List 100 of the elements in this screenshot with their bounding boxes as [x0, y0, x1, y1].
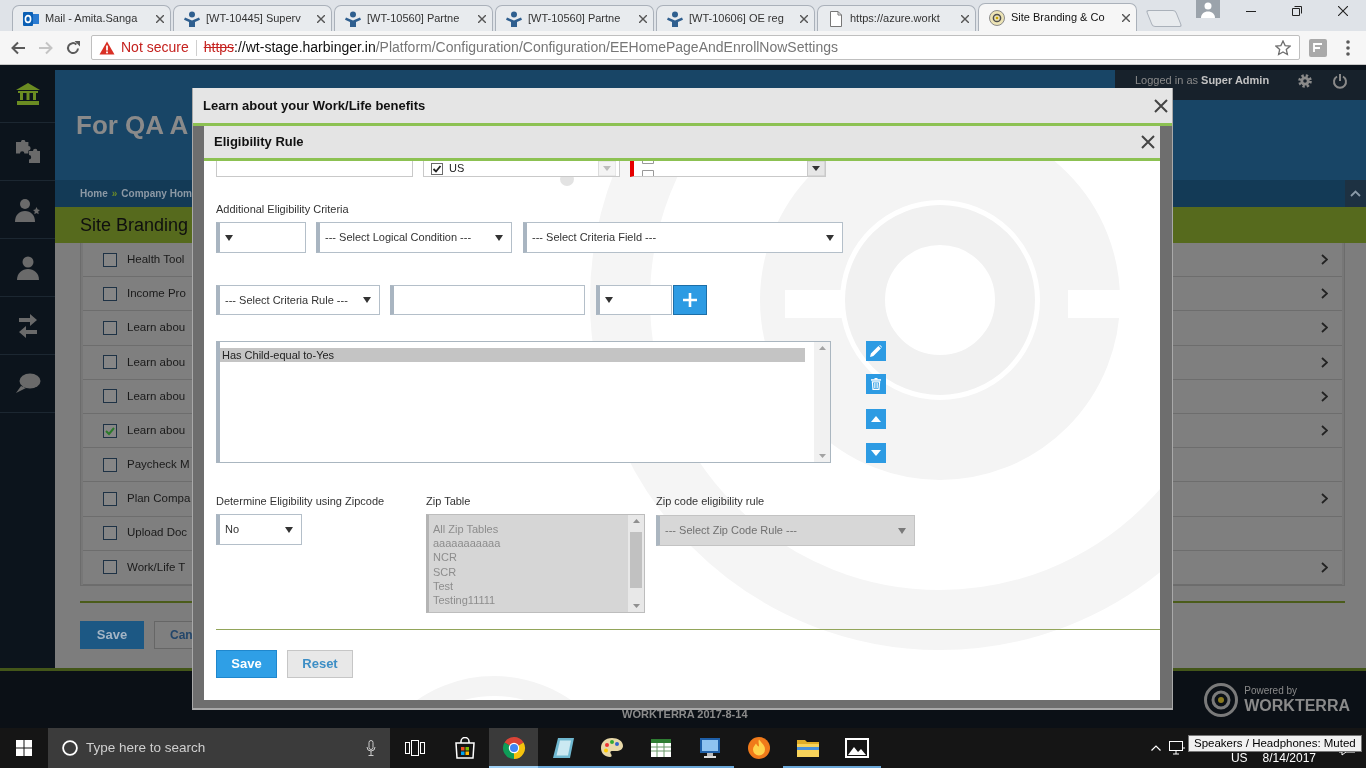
breadcrumb-link[interactable]: Company Hom: [121, 186, 192, 201]
home-icon[interactable]: [14, 81, 41, 106]
browser-tab[interactable]: [WT-10606] OE reg: [656, 5, 815, 31]
checkbox[interactable]: [103, 320, 117, 335]
close-icon[interactable]: [639, 14, 647, 23]
move-up-button[interactable]: [866, 409, 886, 429]
criteria-field-dropdown[interactable]: --- Select Criteria Field ---: [523, 222, 843, 253]
security-label[interactable]: Not secure: [121, 37, 189, 58]
book-icon: [550, 736, 575, 760]
figure-icon: [506, 10, 522, 27]
profile-icon[interactable]: [1196, 0, 1220, 18]
caret-icon: [826, 234, 834, 241]
checkbox[interactable]: [642, 161, 654, 164]
date-text[interactable]: 8/14/2017: [1262, 753, 1316, 764]
menu-icon[interactable]: [1346, 39, 1350, 56]
close-icon[interactable]: [156, 14, 164, 23]
checkbox[interactable]: [103, 423, 117, 438]
close-icon[interactable]: [478, 14, 486, 23]
browser-tab[interactable]: [WT-10560] Partne: [495, 5, 654, 31]
pencil-icon: [870, 345, 882, 357]
chevron-up-icon[interactable]: [1150, 745, 1161, 751]
checkbox[interactable]: [431, 162, 443, 175]
checkbox[interactable]: [642, 170, 654, 176]
arrow-down-icon[interactable]: [818, 454, 826, 458]
puzzle-icon[interactable]: [14, 139, 41, 164]
close-icon[interactable]: [961, 14, 969, 23]
criteria-rule-dropdown[interactable]: --- Select Criteria Rule ---: [216, 285, 380, 315]
checkbox[interactable]: [103, 355, 117, 370]
close-icon[interactable]: [317, 14, 325, 23]
breadcrumb-link[interactable]: Home: [80, 186, 108, 201]
chevron-right-icon[interactable]: [1321, 356, 1328, 368]
page-title: For QA A: [76, 108, 189, 142]
chevron-right-icon[interactable]: [1321, 322, 1328, 334]
power-icon[interactable]: [1332, 73, 1349, 89]
address-bar[interactable]: Not secure https://wt-stage.harbinger.in/Platform/Configuration/Configuration/EEHomePageAndEnrollNowSettings: [91, 35, 1300, 60]
chevron-right-icon[interactable]: [1321, 254, 1328, 266]
close-icon[interactable]: [1122, 13, 1130, 22]
rule-list[interactable]: Has Child-equal to-Yes: [216, 341, 831, 463]
start-icon[interactable]: [16, 740, 32, 756]
checkbox[interactable]: [103, 560, 117, 575]
monitor-icon: [697, 736, 722, 760]
emblem-icon: [989, 9, 1005, 26]
delete-button[interactable]: [866, 374, 886, 394]
browser-tab[interactable]: Mail - Amita.Sanga: [12, 5, 171, 31]
field-label: Determine Eligibility using Zipcode: [216, 495, 386, 508]
chat-icon[interactable]: [14, 371, 41, 396]
checkbox[interactable]: [103, 252, 117, 267]
close-icon[interactable]: [1338, 6, 1348, 16]
checkbox[interactable]: [103, 526, 117, 541]
checkbox[interactable]: [103, 491, 117, 506]
close-icon[interactable]: [1141, 135, 1155, 149]
arrow-up-icon[interactable]: [818, 346, 826, 350]
status-select[interactable]: [630, 161, 826, 177]
browser-tab[interactable]: [WT-10560] Partne: [334, 5, 493, 31]
save-button[interactable]: Save: [80, 620, 144, 649]
user-star-icon[interactable]: [14, 197, 41, 222]
settings-icon[interactable]: [1297, 73, 1314, 89]
reload-icon[interactable]: [65, 39, 81, 56]
close-icon[interactable]: [1154, 98, 1168, 113]
user-icon[interactable]: [14, 255, 41, 280]
network-icon[interactable]: [1168, 741, 1185, 755]
star-icon[interactable]: [1275, 39, 1291, 56]
chevron-right-icon[interactable]: [1321, 493, 1328, 505]
logical-condition-dropdown[interactable]: --- Select Logical Condition ---: [316, 222, 512, 253]
language-indicator[interactable]: US: [1230, 753, 1248, 764]
restore-icon[interactable]: [1292, 6, 1302, 16]
browser-tab[interactable]: Site Branding & Co: [978, 3, 1137, 31]
list-option[interactable]: Has Child-equal to-Yes: [220, 348, 805, 362]
edit-button[interactable]: [866, 341, 886, 361]
chevron-right-icon[interactable]: [1321, 288, 1328, 300]
move-down-button[interactable]: [866, 443, 886, 463]
country-select[interactable]: US: [423, 161, 620, 177]
search-field[interactable]: Type here to search: [48, 728, 390, 768]
list-item-label: Upload Doc: [127, 525, 188, 541]
checkbox[interactable]: [103, 457, 117, 472]
flame-icon: [746, 736, 771, 760]
chevron-right-icon[interactable]: [1321, 390, 1328, 402]
browser-tab[interactable]: [WT-10445] Superv: [173, 5, 332, 31]
chevron-right-icon[interactable]: [1321, 561, 1328, 573]
add-button[interactable]: [673, 285, 707, 315]
checkbox[interactable]: [103, 389, 117, 404]
zipcode-dropdown[interactable]: No: [216, 514, 302, 545]
text-field[interactable]: [216, 161, 413, 177]
extension-icon[interactable]: [1309, 38, 1327, 57]
taskbar-app[interactable]: [489, 728, 538, 768]
value-input[interactable]: [390, 285, 585, 315]
task-view-icon[interactable]: [405, 740, 425, 756]
login-status: Logged in as Super Admin: [1135, 74, 1270, 86]
close-icon[interactable]: [800, 14, 808, 23]
browser-tab[interactable]: https://azure.workt: [817, 5, 976, 31]
microphone-icon[interactable]: [366, 740, 376, 756]
url-text[interactable]: https://wt-stage.harbinger.in/Platform/Configuration/Configuration/EEHomePageAndEnrollNowSettings: [203, 37, 838, 58]
list-item-label: Health Tool: [127, 251, 185, 267]
triangle-down-icon: [871, 450, 881, 456]
version-text: WORKTERRA 2017-8-14: [622, 706, 748, 722]
scrollbar[interactable]: [814, 342, 830, 462]
back-icon[interactable]: [10, 39, 26, 56]
checkbox[interactable]: [103, 286, 117, 301]
chevron-right-icon[interactable]: [1321, 425, 1328, 437]
powered-by-text: Powered by: [1244, 684, 1299, 697]
